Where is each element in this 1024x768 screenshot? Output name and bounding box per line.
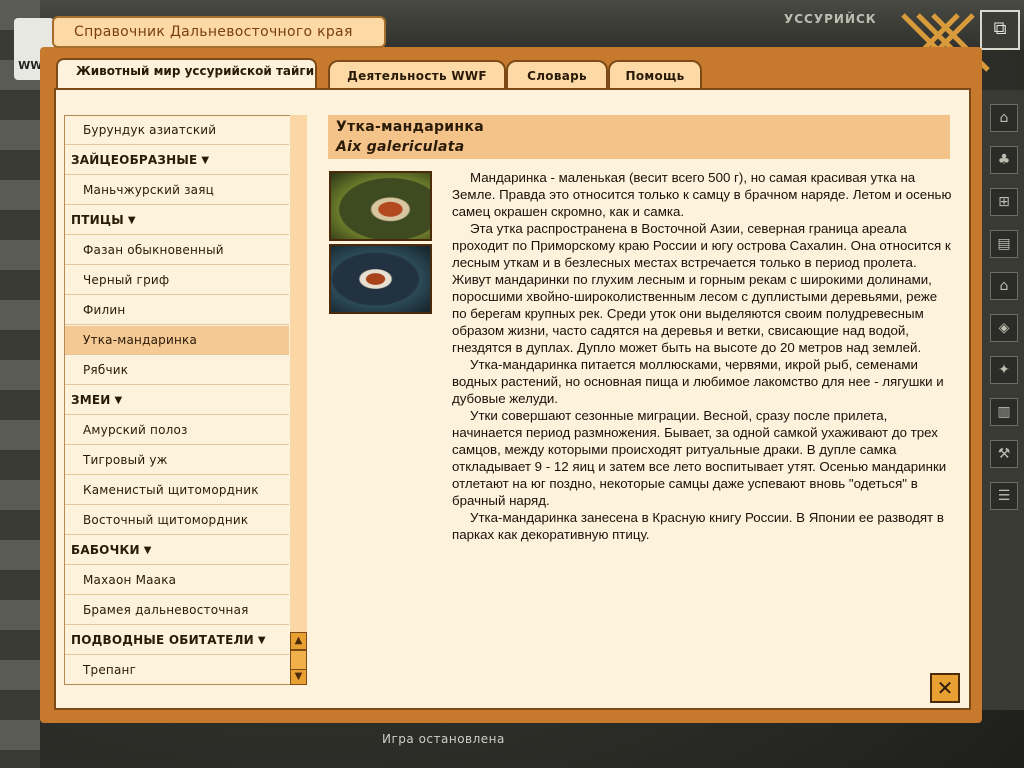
list-item-label: Трепанг (83, 663, 137, 677)
list-item[interactable]: Черный гриф (65, 266, 289, 295)
article-title: Утка-мандаринка (336, 119, 484, 135)
toolbar-button[interactable]: ☰ (990, 482, 1018, 510)
list-item[interactable]: Маньчжурский заяц (65, 176, 289, 205)
list-category[interactable]: ЗМЕИ ▼ (65, 386, 289, 415)
list-category[interactable]: ПТИЦЫ ▼ (65, 206, 289, 235)
list-item[interactable]: Тигровый уж (65, 446, 289, 475)
list-item[interactable]: Филин (65, 296, 289, 325)
triangle-down-icon: ▼ (143, 545, 152, 556)
list-item-label: Черный гриф (83, 273, 170, 287)
article-body: Мандаринка - маленькая (весит всего 500 … (452, 169, 952, 543)
list-category[interactable]: БАБОЧКИ ▼ (65, 536, 289, 565)
article-latin-name: Aix galericulata (336, 139, 465, 155)
triangle-down-icon: ▼ (114, 395, 123, 406)
list-category[interactable]: ПОДВОДНЫЕ ОБИТАТЕЛИ ▼ (65, 626, 289, 655)
close-button[interactable]: ✕ (930, 673, 960, 703)
list-item-label: Бурундук азиатский (83, 123, 217, 137)
scroll-down-button[interactable]: ▼ (290, 669, 307, 685)
close-icon: ✕ (936, 676, 954, 700)
list-item-label: Брамея дальневосточная (83, 603, 249, 617)
list-item-label: БАБОЧКИ (71, 543, 140, 557)
list-item-label: Каменистый щитомордник (83, 483, 259, 497)
list-item[interactable]: Утка-мандаринка (65, 326, 289, 355)
toolbar-button[interactable]: ▥ (990, 398, 1018, 426)
tab-wwf-activity[interactable]: Деятельность WWF (328, 60, 506, 90)
list-item-label: Тигровый уж (83, 453, 168, 467)
scroll-thumb[interactable] (290, 650, 307, 670)
triangle-up-icon: ▲ (294, 635, 303, 646)
list-item[interactable]: Каменистый щитомордник (65, 476, 289, 505)
list-item[interactable]: Амурский полоз (65, 416, 289, 445)
list-item[interactable]: Бурундук азиатский (65, 116, 289, 145)
toolbar-button[interactable]: ♣ (990, 146, 1018, 174)
list-item[interactable]: Махаон Маака (65, 566, 289, 595)
scroll-up-button[interactable]: ▲ (290, 632, 307, 650)
exit-game-button[interactable]: ⧉ (980, 10, 1020, 50)
list-item-label: Утка-мандаринка (83, 333, 197, 347)
list-item[interactable]: Фазан обыкновенный (65, 236, 289, 265)
list-item[interactable]: Брамея дальневосточная (65, 596, 289, 625)
toolbar-button[interactable]: ⌂ (990, 272, 1018, 300)
list-item-label: ПТИЦЫ (71, 213, 124, 227)
window-title: Справочник Дальневосточного края (52, 16, 386, 48)
list-item-label: ПОДВОДНЫЕ ОБИТАТЕЛИ (71, 633, 254, 647)
list-item-label: Маньчжурский заяц (83, 183, 215, 197)
list-item-label: ЗМЕИ (71, 393, 111, 407)
triangle-down-icon: ▼ (127, 215, 136, 226)
list-item-label: Махаон Маака (83, 573, 177, 587)
toolbar-button[interactable]: ⚒ (990, 440, 1018, 468)
species-list: Бурундук азиатский ЗАЙЦЕОБРАЗНЫЕ ▼ Маньчжур… (64, 115, 307, 685)
list-item-label: Рябчик (83, 363, 129, 377)
toolbar-button[interactable]: ▤ (990, 230, 1018, 258)
game-side-toolbar: ⌂ ♣ ⊞ ▤ ⌂ ◈ ✦ ▥ ⚒ ☰ (980, 90, 1024, 710)
list-item-label: Филин (83, 303, 126, 317)
toolbar-button[interactable]: ✦ (990, 356, 1018, 384)
article-paragraph: Утка-мандаринка занесена в Красную книгу… (452, 510, 944, 542)
list-scrollbar[interactable] (290, 115, 307, 685)
tab-help[interactable]: Помощь (608, 60, 702, 90)
list-item-label: ЗАЙЦЕОБРАЗНЫЕ (71, 153, 198, 167)
list-item[interactable]: Трепанг (65, 656, 289, 684)
article-paragraph: Эта утка распространена в Восточной Азии… (452, 221, 951, 355)
list-category[interactable]: ЗАЙЦЕОБРАЗНЫЕ ▼ (65, 146, 289, 175)
list-item[interactable]: Восточный щитомордник (65, 506, 289, 535)
game-left-strip (0, 0, 40, 768)
triangle-down-icon: ▼ (294, 671, 303, 682)
article-header: Утка-мандаринка Aix galericulata (328, 115, 950, 159)
toolbar-button[interactable]: ⌂ (990, 104, 1018, 132)
list-item[interactable]: Рябчик (65, 356, 289, 385)
tab-wildlife[interactable]: Животный мир уссурийской тайги (56, 58, 317, 92)
triangle-down-icon: ▼ (201, 155, 210, 166)
mandarin-duck-photo[interactable] (329, 171, 432, 241)
article-paragraph: Утки совершают сезонные миграции. Весной… (452, 408, 947, 508)
list-item-label: Фазан обыкновенный (83, 243, 224, 257)
toolbar-button[interactable]: ⊞ (990, 188, 1018, 216)
location-label: УССУРИЙСК (784, 12, 877, 26)
mandarin-duck-photo[interactable] (329, 244, 432, 314)
toolbar-button[interactable]: ◈ (990, 314, 1018, 342)
tab-dictionary[interactable]: Словарь (506, 60, 608, 90)
article-paragraph: Утка-мандаринка питается моллюсками, чер… (452, 357, 944, 406)
list-item-label: Восточный щитомордник (83, 513, 249, 527)
status-text: Игра остановлена (382, 732, 505, 746)
list-item-label: Амурский полоз (83, 423, 188, 437)
triangle-down-icon: ▼ (257, 635, 266, 646)
article-paragraph: Мандаринка - маленькая (весит всего 500 … (452, 170, 952, 219)
